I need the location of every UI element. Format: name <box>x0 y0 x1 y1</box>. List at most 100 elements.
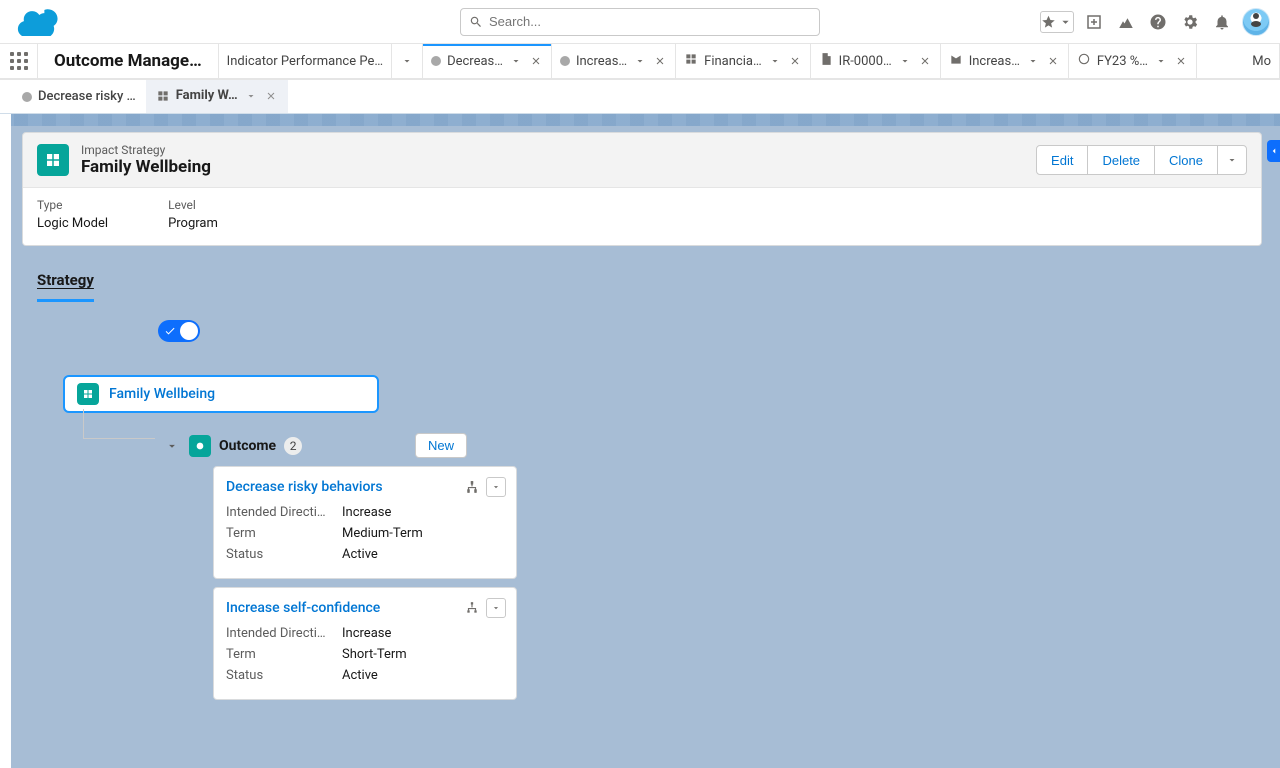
sub-tab-0[interactable]: Decrease risky … <box>12 80 146 113</box>
workspace-tab-1[interactable]: Decreas… <box>423 44 552 78</box>
workspace-tab-0-chevron[interactable] <box>392 44 423 78</box>
close-icon[interactable] <box>1174 54 1188 68</box>
close-icon[interactable] <box>1046 54 1060 68</box>
field-value: Increase <box>342 505 391 520</box>
card-title[interactable]: Increase self-confidence <box>226 600 380 616</box>
new-outcome-button[interactable]: New <box>415 433 467 458</box>
favorites-split-button[interactable] <box>1040 11 1074 33</box>
field-value: Short-Term <box>342 647 407 662</box>
card-menu-button[interactable] <box>486 477 506 497</box>
sub-tab-1[interactable]: Family W… <box>146 80 288 113</box>
tab-label: Indicator Performance Pe… <box>227 54 383 69</box>
tab-label: Increas… <box>576 54 627 69</box>
tab-label: FY23 %… <box>1097 54 1148 69</box>
field-value: Active <box>342 668 378 683</box>
collapse-button[interactable] <box>163 437 181 455</box>
workspace-tab-2[interactable]: Increas… <box>552 44 676 78</box>
app-name: Outcome Manage… <box>38 44 219 78</box>
chevron-down-icon[interactable] <box>1154 54 1168 68</box>
waffle-icon <box>10 52 28 70</box>
close-icon[interactable] <box>788 54 802 68</box>
record-actions: Edit Delete Clone <box>1036 145 1247 175</box>
close-icon[interactable] <box>653 54 667 68</box>
field-value: Program <box>168 216 218 231</box>
hierarchy-icon[interactable] <box>464 479 480 495</box>
delete-button[interactable]: Delete <box>1087 145 1155 175</box>
field-label: Status <box>226 668 334 683</box>
outcome-icon <box>189 435 211 457</box>
help-button[interactable] <box>1146 10 1170 34</box>
show-fields-toggle[interactable] <box>158 320 200 342</box>
workspace-tab-6[interactable]: FY23 %… <box>1069 44 1197 78</box>
global-search[interactable] <box>460 8 820 36</box>
field-label: Term <box>226 647 334 662</box>
field-value: Medium-Term <box>342 526 423 541</box>
chevron-down-icon[interactable] <box>898 54 912 68</box>
strategy-root-node[interactable]: Family Wellbeing <box>63 375 379 413</box>
sub-tab-label: Family W… <box>176 88 238 103</box>
workspace-tab-4[interactable]: IR-0000… <box>811 44 941 78</box>
app-nav-bar: Outcome Manage… Indicator Performance Pe… <box>0 44 1280 80</box>
strategy-tree: Family Wellbeing Outcome 2 New Decrease … <box>23 365 851 712</box>
global-search-input[interactable] <box>489 14 811 29</box>
global-header <box>0 0 1280 44</box>
workspace-tab-0[interactable]: Indicator Performance Pe… <box>219 44 392 78</box>
chevron-down-icon[interactable] <box>509 54 523 68</box>
user-avatar[interactable] <box>1242 8 1270 36</box>
workspace-tab-5[interactable]: Increas… <box>941 44 1069 78</box>
edit-button[interactable]: Edit <box>1036 145 1088 175</box>
more-actions-button[interactable] <box>1217 145 1247 175</box>
root-node-title: Family Wellbeing <box>109 386 215 402</box>
field-label: Intended Directi… <box>226 626 334 641</box>
record-highlight-fields: Type Logic Model Level Program <box>23 187 1261 245</box>
tree-connector <box>83 409 155 439</box>
chevron-left-icon <box>1269 146 1279 156</box>
app-launcher[interactable] <box>0 44 38 78</box>
count-badge: 2 <box>284 437 302 455</box>
card-title[interactable]: Decrease risky behaviors <box>226 479 383 495</box>
clone-button[interactable]: Clone <box>1154 145 1218 175</box>
chevron-down-icon <box>1058 13 1073 31</box>
mountain-icon <box>1117 13 1135 31</box>
star-icon <box>1041 13 1056 31</box>
tab-strategy[interactable]: Strategy <box>37 271 94 301</box>
chevron-down-icon[interactable] <box>244 89 258 103</box>
record-header-card: Impact Strategy Family Wellbeing Edit De… <box>22 132 1262 246</box>
setup-button[interactable] <box>1178 10 1202 34</box>
workspace-tabs: Indicator Performance Pe… Decreas… Incre… <box>219 44 1245 78</box>
global-create-button[interactable] <box>1082 10 1106 34</box>
close-icon[interactable] <box>529 54 543 68</box>
field-label: Status <box>226 547 334 562</box>
impact-strategy-icon <box>77 383 99 405</box>
trailhead-button[interactable] <box>1114 10 1138 34</box>
chevron-down-icon[interactable] <box>1026 54 1040 68</box>
grid-icon <box>684 52 698 70</box>
notifications-button[interactable] <box>1210 10 1234 34</box>
workspace-tab-overflow[interactable]: Mo <box>1244 44 1280 78</box>
question-icon <box>1149 13 1167 31</box>
close-icon[interactable] <box>918 54 932 68</box>
right-edge-toggle[interactable] <box>1267 140 1280 162</box>
salesforce-logo <box>16 7 60 37</box>
record-dot-icon <box>22 92 32 102</box>
tab-label: Financia… <box>704 54 762 69</box>
header-utilities <box>1040 8 1270 36</box>
content-stage: Impact Strategy Family Wellbeing Edit De… <box>0 114 1280 768</box>
workspace-tab-3[interactable]: Financia… <box>676 44 811 78</box>
close-icon[interactable] <box>264 89 278 103</box>
chevron-down-icon[interactable] <box>633 54 647 68</box>
field-label: Type <box>37 198 108 212</box>
hierarchy-icon[interactable] <box>464 600 480 616</box>
chevron-down-icon <box>165 439 179 453</box>
branch-label: Outcome <box>219 438 276 454</box>
search-icon <box>469 15 483 29</box>
box-icon <box>949 52 963 70</box>
impact-strategy-icon <box>37 144 69 176</box>
check-icon <box>164 325 176 337</box>
card-menu-button[interactable] <box>486 598 506 618</box>
chevron-down-icon[interactable] <box>768 54 782 68</box>
decorative-strip <box>0 114 1280 126</box>
tab-label: Decreas… <box>447 54 503 69</box>
grid-icon <box>156 89 170 103</box>
field-label: Intended Directi… <box>226 505 334 520</box>
